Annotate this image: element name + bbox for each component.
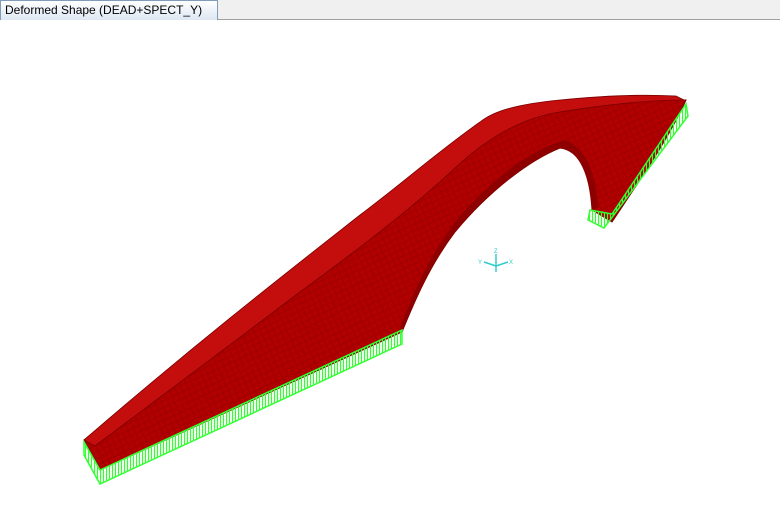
model-canvas: Z X Y [83, 94, 689, 485]
axis-label-y: Y [478, 260, 482, 266]
axis-label-x: X [509, 260, 513, 266]
view-tab-bar: Deformed Shape (DEAD+SPECT_Y) [0, 0, 780, 20]
global-axes-icon [483, 254, 509, 272]
tab-deformed-shape[interactable]: Deformed Shape (DEAD+SPECT_Y) [0, 0, 218, 20]
axis-label-z: Z [494, 249, 498, 255]
model-viewport[interactable]: Z X Y [0, 20, 780, 514]
deformed-bridge-model [83, 94, 687, 471]
bridge-side-face [83, 97, 687, 471]
